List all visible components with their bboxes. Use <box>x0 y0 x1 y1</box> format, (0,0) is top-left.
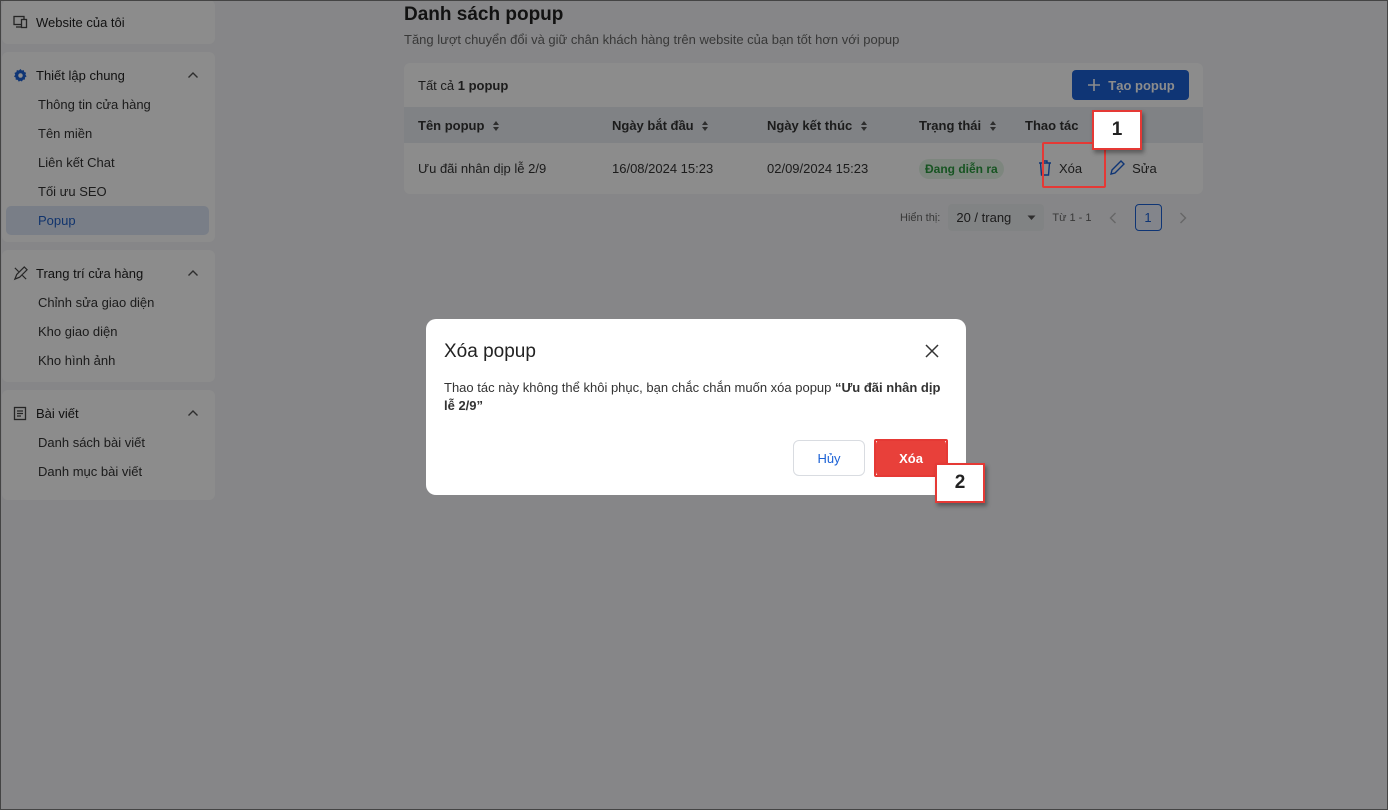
dialog-title: Xóa popup <box>444 341 536 362</box>
dialog-message: Thao tác này không thể khôi phục, bạn ch… <box>444 379 944 415</box>
dialog-message-text: Thao tác này không thể khôi phục, bạn ch… <box>444 380 832 395</box>
callout-2: 2 <box>935 463 985 503</box>
callout-1: 1 <box>1092 110 1142 150</box>
app-root: Website của tôi Thiết lập chung Thông ti… <box>0 0 1388 810</box>
close-icon[interactable] <box>924 343 940 359</box>
cancel-button[interactable]: Hủy <box>793 440 865 476</box>
